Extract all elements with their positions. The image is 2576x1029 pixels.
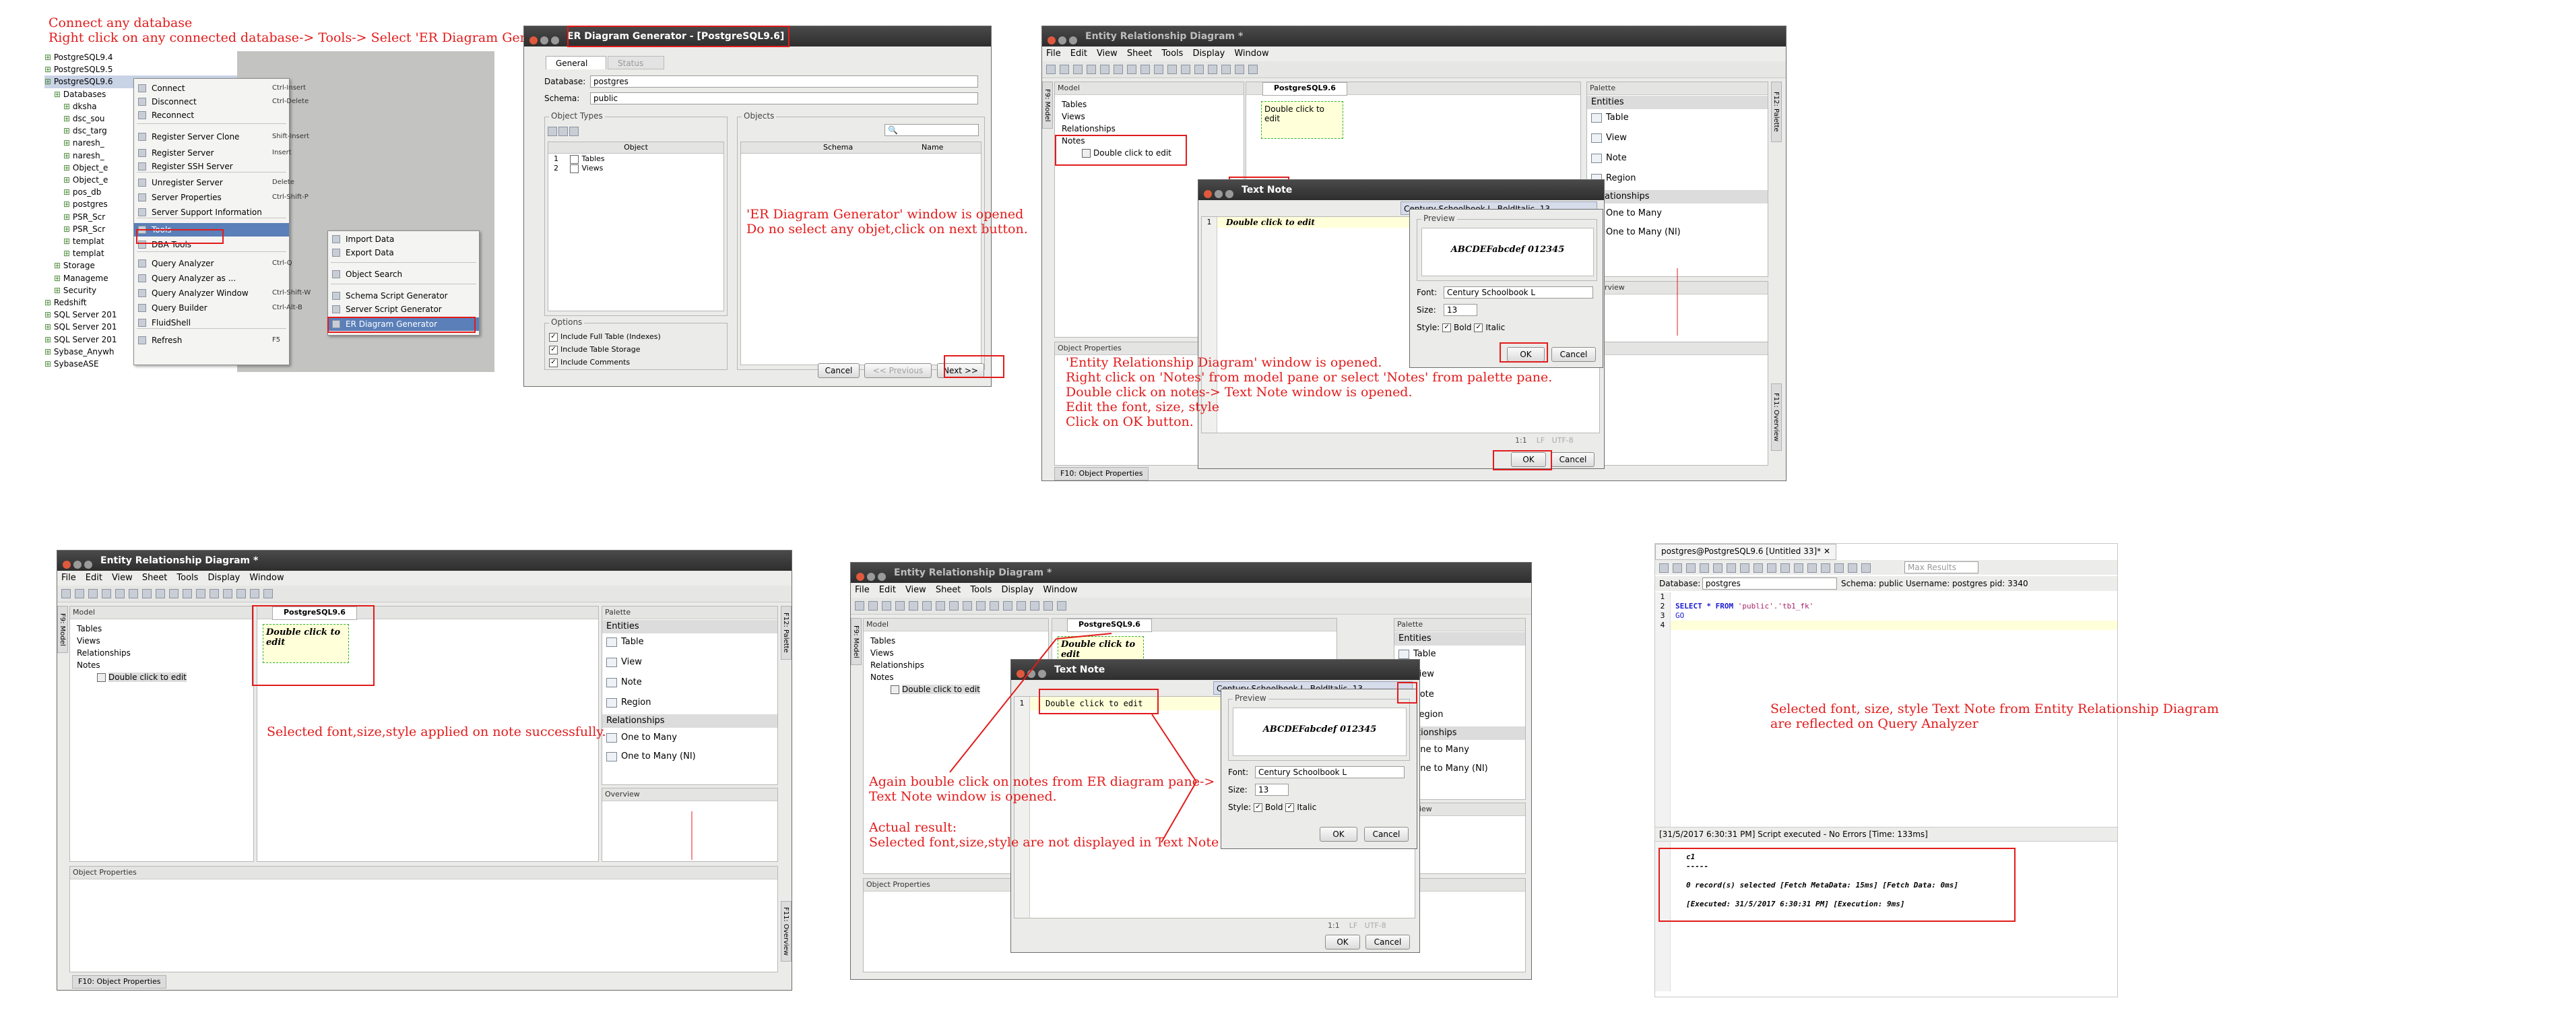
- annotation-step5-line1: Again bouble click on notes from ER diag…: [869, 774, 1215, 789]
- highlight-query-results: [1659, 848, 2016, 922]
- query-database-label: Database:: [1659, 579, 1701, 588]
- query-status-bar: [31/5/2017 6:30:31 PM] Script executed -…: [1655, 827, 2117, 842]
- toolbar-button-icon[interactable]: [1713, 563, 1722, 573]
- query-schema-info: Schema: public Username: postgres pid: 3…: [1841, 579, 2028, 588]
- toolbar-button-icon[interactable]: [1861, 563, 1871, 573]
- toolbar-button-icon[interactable]: [1753, 563, 1763, 573]
- toolbar-button-icon[interactable]: [1848, 563, 1857, 573]
- query-tab[interactable]: postgres@PostgreSQL9.6 [Untitled 33]* ✕: [1655, 544, 1837, 560]
- toolbar-button-icon[interactable]: [1673, 563, 1682, 573]
- annotation-step5-line4: Selected font,size,style are not display…: [869, 835, 1219, 850]
- arrow-line: [949, 638, 1057, 773]
- arrow-line: [1161, 781, 1197, 843]
- toolbar-button-icon[interactable]: [1780, 563, 1790, 573]
- annotation-step5-line3: Actual result:: [869, 820, 957, 835]
- toolbar-button-icon[interactable]: [1686, 563, 1696, 573]
- toolbar-button-icon[interactable]: [1821, 563, 1830, 573]
- toolbar-button-icon[interactable]: [1727, 563, 1736, 573]
- toolbar-button-icon[interactable]: [1807, 563, 1817, 573]
- arrow-line: [1056, 633, 1112, 640]
- annotation-arrows: [691, 268, 1844, 860]
- sql-editor[interactable]: SELECT * FROM 'public'.'tb1_fk' GO: [1675, 602, 1813, 621]
- toolbar-button-icon[interactable]: [1700, 563, 1709, 573]
- max-results-input[interactable]: Max Results: [1904, 561, 1978, 573]
- toolbar-button-icon[interactable]: [1740, 563, 1749, 573]
- toolbar-button-icon[interactable]: [1659, 563, 1669, 573]
- query-context-bar: Database: postgres Schema: public Userna…: [1655, 576, 2117, 591]
- query-toolbar-1: [1655, 560, 2117, 575]
- query-analyzer-window: postgres@PostgreSQL9.6 [Untitled 33]* ✕ …: [1654, 543, 2118, 997]
- annotation-step5-line2: Text Note window is opened.: [869, 789, 1057, 804]
- toolbar-button-icon[interactable]: [1767, 563, 1776, 573]
- toolbar-button-icon[interactable]: [1794, 563, 1803, 573]
- query-line-numbers: 1234: [1655, 592, 1671, 862]
- arrow-line: [1151, 714, 1197, 782]
- query-database-select[interactable]: postgres: [1702, 578, 1837, 590]
- toolbar-button-icon[interactable]: [1834, 563, 1844, 573]
- annotation-step6-line1: Selected font, size, style Text Note fro…: [1770, 701, 2219, 716]
- annotation-step6-line2: are reflected on Query Analyzer: [1770, 716, 1978, 731]
